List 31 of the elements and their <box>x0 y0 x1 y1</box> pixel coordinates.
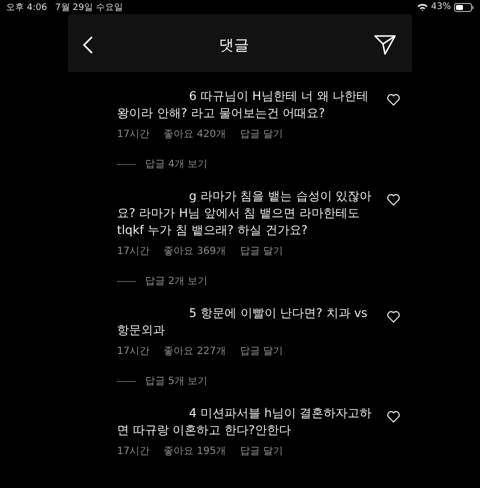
view-replies-link[interactable]: 답글 4개 보기 <box>145 157 208 171</box>
comment-age: 17시간 <box>117 345 150 358</box>
comment-age: 17시간 <box>117 128 150 141</box>
reply-link[interactable]: 답글 달기 <box>240 444 284 458</box>
like-count[interactable]: 좋아요 369개 <box>164 244 226 258</box>
heart-icon[interactable] <box>387 94 400 106</box>
comment-text: g 라마가 침을 뱉는 습성이 있잖아요? 라마가 H님 앞에서 침 뱉으면 라마한테도 tlqkf 누가 침 뱉으래? 하실 건가요? <box>117 188 373 239</box>
battery-icon <box>454 2 474 12</box>
send-icon[interactable] <box>374 35 396 55</box>
page-title: 댓글 <box>219 36 249 54</box>
battery-level: 43% <box>430 2 451 12</box>
like-count[interactable]: 좋아요 227개 <box>164 344 226 358</box>
back-icon[interactable] <box>82 36 94 54</box>
date: 7월 29일 수요일 <box>55 2 123 14</box>
comment-text: 5 항문에 이빨이 난다면? 치과 vs 항문외과 <box>117 305 368 339</box>
wifi-icon <box>416 3 428 11</box>
view-replies-link[interactable]: 답글 2개 보기 <box>145 274 208 288</box>
heart-icon[interactable] <box>387 194 400 206</box>
like-count[interactable]: 좋아요 420개 <box>164 127 226 141</box>
comment-text: 6 따규님이 H님한테 너 왜 나한테 왕이라 안해? 라고 물어보는건 어때요? <box>117 88 370 122</box>
heart-icon[interactable] <box>387 411 400 423</box>
reply-link[interactable]: 답글 달기 <box>240 127 284 141</box>
heart-icon[interactable] <box>387 311 400 323</box>
reply-link[interactable]: 답글 달기 <box>240 244 284 258</box>
comment-age: 17시간 <box>117 445 150 458</box>
reply-link[interactable]: 답글 달기 <box>240 344 284 358</box>
view-replies-link[interactable]: 답글 5개 보기 <box>145 374 208 388</box>
comment-age: 17시간 <box>117 245 150 258</box>
like-count[interactable]: 좋아요 195개 <box>164 444 226 458</box>
time: 오후 4:06 <box>6 2 48 14</box>
comment-text: 4 미션파서블 h님이 결혼하자고하면 따규랑 이혼하고 한다?안한다 <box>117 405 373 439</box>
